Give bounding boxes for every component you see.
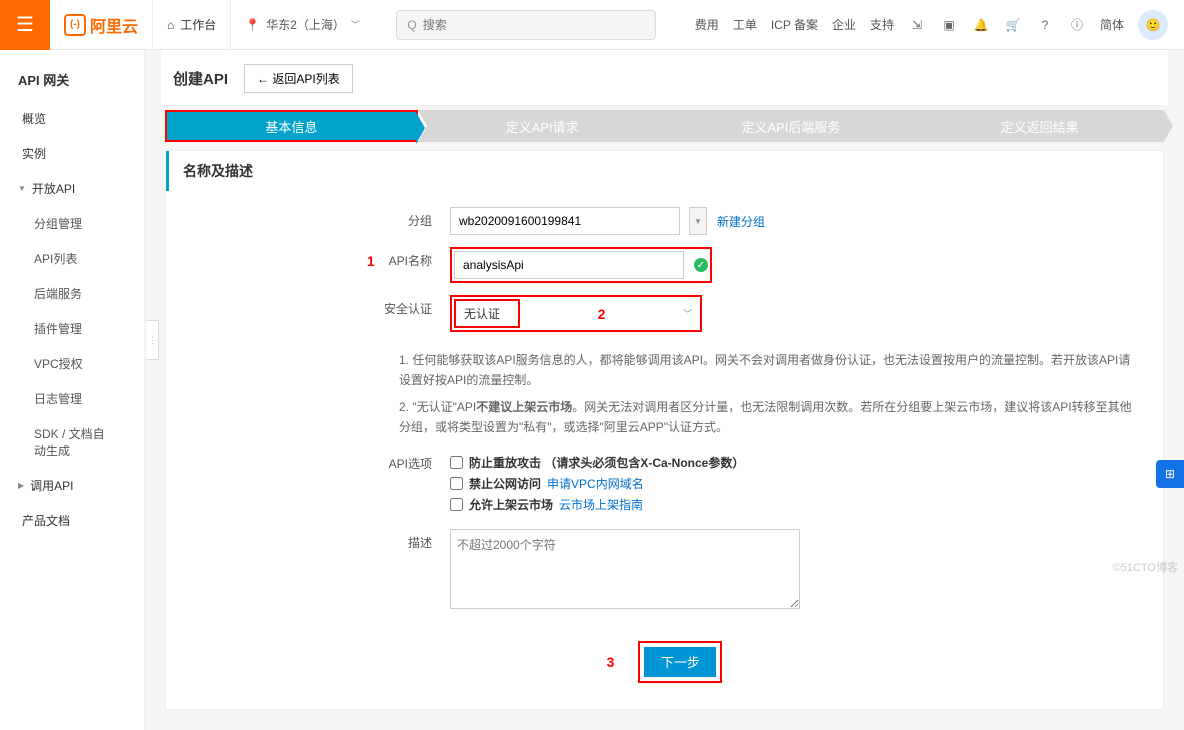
- opt-market-label: 允许上架云市场: [469, 496, 553, 513]
- label-group: 分组: [190, 207, 450, 235]
- region-selector[interactable]: 📍 华东2（上海） ﹀: [230, 0, 374, 50]
- desc-textarea[interactable]: [450, 529, 800, 609]
- region-label: 华东2（上海）: [266, 16, 345, 33]
- sidebar-item-sdk[interactable]: SDK / 文档自动生成: [0, 416, 144, 468]
- step-api-request[interactable]: 定义API请求: [418, 110, 667, 142]
- avatar[interactable]: 🙂: [1138, 10, 1168, 40]
- opt-replay-label: 防止重放攻击 （请求头必须包含X-Ca-Nonce参数）: [469, 454, 744, 471]
- annotation-1: 1: [367, 247, 375, 275]
- logo-icon: (-): [64, 14, 86, 36]
- nav-icp[interactable]: ICP 备案: [771, 16, 818, 33]
- brand-text: 阿里云: [90, 13, 138, 37]
- market-guide-link[interactable]: 云市场上架指南: [559, 496, 643, 513]
- search-icon: Q: [407, 18, 416, 32]
- auth-select[interactable]: 无认证: [454, 299, 520, 328]
- label-api-name: API名称: [389, 247, 432, 275]
- brand-logo[interactable]: (-) 阿里云: [50, 13, 152, 37]
- bell-icon[interactable]: 🔔: [972, 18, 990, 32]
- label-options: API选项: [190, 450, 450, 478]
- opt-replay-checkbox[interactable]: [450, 456, 463, 469]
- nav-enterprise[interactable]: 企业: [832, 16, 856, 33]
- auth-note-2: 2. "无认证"API不建议上架云市场。网关无法对调用者区分计量，也无法限制调用…: [399, 397, 1139, 438]
- cart-icon[interactable]: 🛒: [1004, 18, 1022, 32]
- sidebar-item-docs[interactable]: 产品文档: [0, 503, 144, 538]
- step-response[interactable]: 定义返回结果: [915, 110, 1164, 142]
- auth-note-1: 1. 任何能够获取该API服务信息的人，都将能够调用该API。网关不会对调用者做…: [399, 350, 1139, 391]
- nav-lang[interactable]: 简体: [1100, 16, 1124, 33]
- nav-support[interactable]: 支持: [870, 16, 894, 33]
- workbench-label: 工作台: [180, 16, 216, 33]
- chevron-down-icon[interactable]: ﹀: [683, 307, 692, 320]
- sidebar-item-backend[interactable]: 后端服务: [0, 276, 144, 311]
- card-title: 名称及描述: [166, 151, 1163, 191]
- steps-bar: 基本信息 定义API请求 定义API后端服务 定义返回结果: [165, 110, 1164, 142]
- sidebar-item-group[interactable]: 分组管理: [0, 206, 144, 241]
- terminal-icon[interactable]: ▣: [940, 18, 958, 32]
- sidebar-item-vpc[interactable]: VPC授权: [0, 346, 144, 381]
- search-input[interactable]: [423, 18, 646, 32]
- nav-order[interactable]: 工单: [733, 16, 757, 33]
- sidebar-item-instance[interactable]: 实例: [0, 136, 144, 171]
- step-basic-info[interactable]: 基本信息: [165, 110, 418, 142]
- workbench-link[interactable]: ⌂ 工作台: [152, 0, 230, 50]
- sidebar-item-plugin[interactable]: 插件管理: [0, 311, 144, 346]
- annotation-2: 2: [598, 306, 606, 322]
- home-icon: ⌂: [167, 18, 174, 32]
- valid-icon: ✓: [694, 258, 708, 272]
- help-icon[interactable]: ?: [1036, 18, 1054, 32]
- sidebar-item-call-api[interactable]: ▶调用API: [0, 468, 144, 503]
- back-button[interactable]: ← 返回API列表: [244, 64, 353, 93]
- global-search[interactable]: Q: [396, 10, 656, 40]
- pin-icon: 📍: [245, 18, 260, 32]
- group-dropdown-toggle[interactable]: ▾: [689, 207, 707, 235]
- menu-toggle[interactable]: ☰: [0, 0, 50, 50]
- watermark: ©51CTO博客: [1113, 559, 1178, 575]
- sidebar: API 网关 概览 实例 ▼开放API 分组管理 API列表 后端服务 插件管理…: [0, 50, 145, 730]
- page-title: 创建API: [173, 68, 228, 89]
- info-icon[interactable]: ⓘ: [1068, 16, 1086, 33]
- opt-market-checkbox[interactable]: [450, 498, 463, 511]
- vpc-domain-link[interactable]: 申请VPC内网域名: [547, 475, 644, 492]
- caret-right-icon: ▶: [18, 481, 24, 490]
- chevron-down-icon: ﹀: [351, 18, 360, 31]
- group-select[interactable]: [450, 207, 680, 235]
- step-backend[interactable]: 定义API后端服务: [667, 110, 916, 142]
- caret-down-icon: ▼: [18, 184, 26, 193]
- label-auth: 安全认证: [190, 295, 450, 323]
- cloud-icon[interactable]: ⇲: [908, 18, 926, 32]
- nav-fee[interactable]: 费用: [695, 16, 719, 33]
- sidebar-item-open-api[interactable]: ▼开放API: [0, 171, 144, 206]
- opt-public-checkbox[interactable]: [450, 477, 463, 490]
- opt-public-label: 禁止公网访问: [469, 475, 541, 492]
- annotation-3: 3: [607, 654, 615, 670]
- feedback-fab[interactable]: ⊞: [1156, 460, 1184, 488]
- chevron-down-icon: ▾: [696, 216, 701, 227]
- sidebar-title: API 网关: [0, 66, 144, 101]
- sidebar-item-api-list[interactable]: API列表: [0, 241, 144, 276]
- sidebar-collapse-handle[interactable]: ⋮: [147, 320, 159, 360]
- new-group-link[interactable]: 新建分组: [717, 213, 765, 230]
- api-name-input[interactable]: [454, 251, 684, 279]
- sidebar-item-log[interactable]: 日志管理: [0, 381, 144, 416]
- label-desc: 描述: [190, 529, 450, 557]
- next-button[interactable]: 下一步: [644, 647, 716, 677]
- sidebar-item-overview[interactable]: 概览: [0, 101, 144, 136]
